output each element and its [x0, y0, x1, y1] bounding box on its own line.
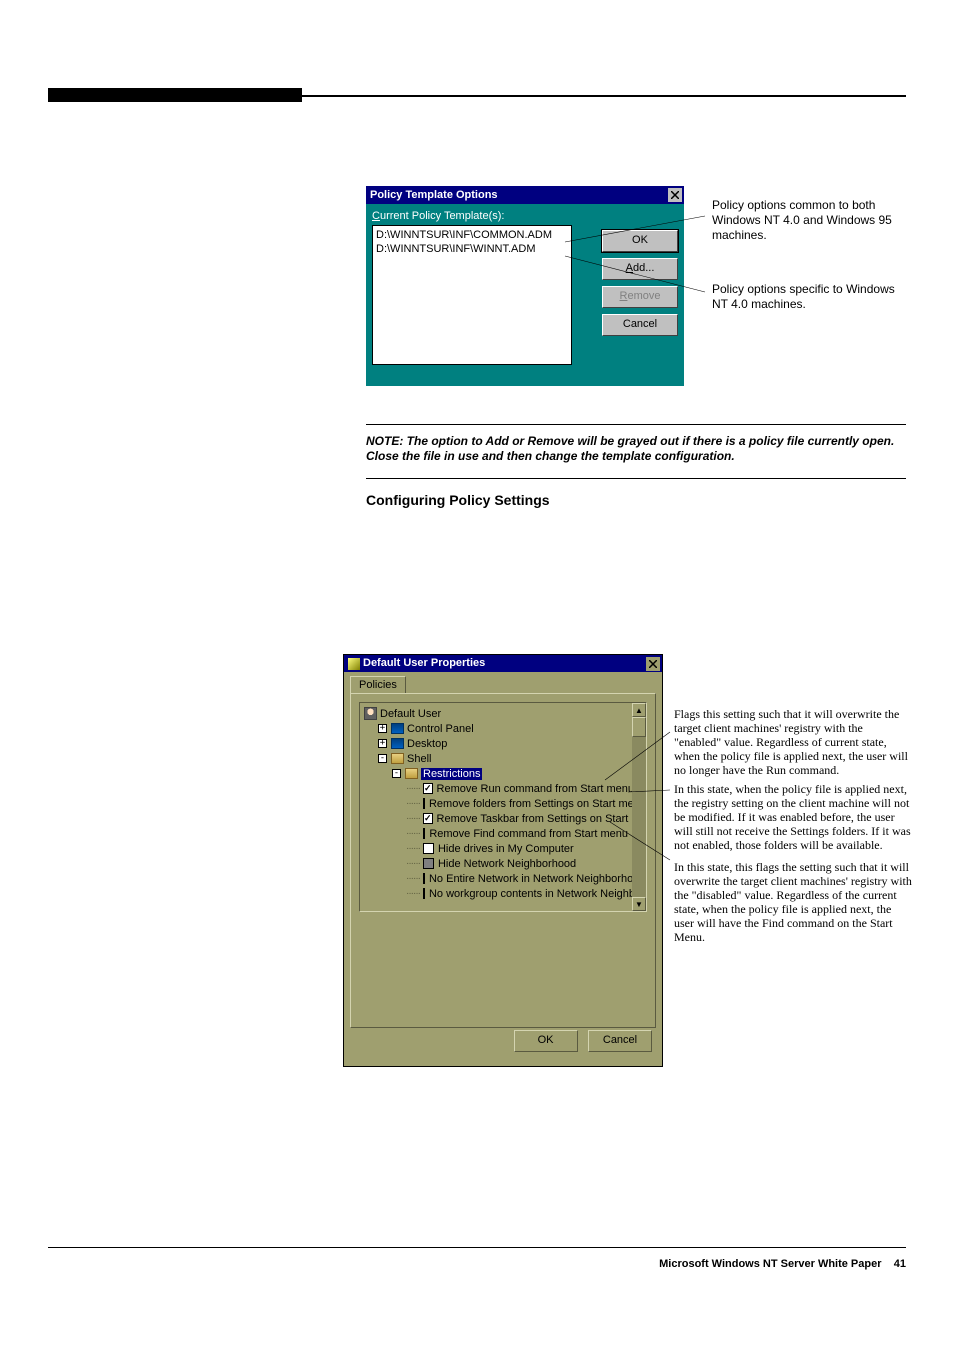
tree-item-remove-find[interactable]: ······Remove Find command from Start men…: [364, 826, 628, 841]
tree-item-no-workgroup[interactable]: ······No workgroup contents in Network N…: [364, 886, 628, 901]
callout-d1-b: Policy options specific to Windows NT 4.…: [712, 282, 908, 312]
default-user-properties-dialog: Default User Properties Policies Default…: [343, 654, 663, 1067]
tree-item-remove-run[interactable]: ······✓Remove Run command from Start men…: [364, 781, 628, 796]
checkbox-gray-icon[interactable]: [423, 888, 425, 899]
tree-item-hide-drives[interactable]: ······Hide drives in My Computer: [364, 841, 628, 856]
checkbox-unchecked-icon[interactable]: [423, 843, 434, 854]
tree-node-restrictions[interactable]: -Restrictions: [364, 766, 628, 781]
user-icon: [364, 707, 377, 720]
add-button[interactable]: Add...: [602, 258, 678, 280]
page-footer: Microsoft Windows NT Server White Paper …: [659, 1258, 906, 1270]
expand-icon[interactable]: +: [378, 739, 387, 748]
user-properties-icon: [348, 658, 360, 670]
book-open-icon: [391, 753, 404, 764]
remove-button: Remove: [602, 286, 678, 308]
list-item[interactable]: D:\WINNTSUR\INF\WINNT.ADM: [376, 242, 568, 256]
checkbox-gray-icon[interactable]: [423, 798, 425, 809]
tab-panel: Default User +Control Panel +Desktop -Sh…: [350, 693, 656, 1028]
callout-d2-b: In this state, when the policy file is a…: [674, 782, 912, 852]
dialog2-title-wrap: Default User Properties: [348, 657, 485, 669]
scroll-up-icon[interactable]: ▲: [632, 703, 646, 717]
tree-item-remove-folders[interactable]: ······Remove folders from Settings on St…: [364, 796, 628, 811]
cancel-button[interactable]: Cancel: [588, 1030, 652, 1052]
header-rule: [48, 95, 906, 97]
tree-root[interactable]: Default User: [364, 706, 628, 721]
book-open-icon: [405, 768, 418, 779]
policy-tree[interactable]: Default User +Control Panel +Desktop -Sh…: [359, 702, 647, 912]
tab-policies[interactable]: Policies: [350, 676, 406, 694]
dialog1-title-text: Policy Template Options: [370, 189, 498, 201]
ok-button[interactable]: OK: [602, 230, 678, 252]
checkbox-gray-icon[interactable]: [423, 858, 434, 869]
book-closed-icon: [391, 723, 404, 734]
collapse-icon[interactable]: -: [378, 754, 387, 763]
footer-rule: [48, 1247, 906, 1248]
tree-item-no-entire-network[interactable]: ······No Entire Network in Network Neigh…: [364, 871, 628, 886]
dialog2-title-text: Default User Properties: [363, 657, 485, 669]
separator-rule-1: [366, 424, 906, 425]
list-item[interactable]: D:\WINNTSUR\INF\COMMON.ADM: [376, 228, 568, 242]
scroll-down-icon[interactable]: ▼: [632, 897, 646, 911]
policy-template-options-dialog: Policy Template Options Current Policy T…: [366, 186, 684, 386]
tree-node-desktop[interactable]: +Desktop: [364, 736, 628, 751]
checkbox-gray-icon[interactable]: [423, 873, 425, 884]
callout-d1-a: Policy options common to both Windows NT…: [712, 198, 908, 243]
note-text: NOTE: The option to Add or Remove will b…: [366, 434, 906, 464]
close-icon[interactable]: [668, 188, 682, 202]
callout-d2-c: In this state, this flags the setting su…: [674, 860, 912, 944]
separator-rule-2: [366, 478, 906, 479]
checkbox-checked-icon[interactable]: ✓: [423, 783, 433, 794]
tree-item-hide-nn[interactable]: ······Hide Network Neighborhood: [364, 856, 628, 871]
book-closed-icon: [391, 738, 404, 749]
checkbox-checked-icon[interactable]: ✓: [423, 813, 433, 824]
scrollbar[interactable]: ▲ ▼: [632, 703, 646, 911]
template-listbox[interactable]: D:\WINNTSUR\INF\COMMON.ADM D:\WINNTSUR\I…: [372, 225, 572, 365]
scroll-thumb[interactable]: [632, 717, 646, 737]
ok-button[interactable]: OK: [514, 1030, 578, 1052]
close-icon[interactable]: [646, 657, 660, 671]
dialog2-titlebar[interactable]: Default User Properties: [344, 655, 662, 672]
tree-item-remove-taskbar[interactable]: ······✓Remove Taskbar from Settings on S…: [364, 811, 628, 826]
dialog1-titlebar[interactable]: Policy Template Options: [366, 186, 684, 204]
expand-icon[interactable]: +: [378, 724, 387, 733]
current-policy-templates-label: Current Policy Template(s):: [372, 210, 678, 222]
tree-node-shell[interactable]: -Shell: [364, 751, 628, 766]
tree-node-control-panel[interactable]: +Control Panel: [364, 721, 628, 736]
callout-d2-a: Flags this setting such that it will ove…: [674, 707, 912, 777]
cancel-button[interactable]: Cancel: [602, 314, 678, 336]
checkbox-unchecked-icon[interactable]: [423, 828, 425, 839]
section-heading: Configuring Policy Settings: [366, 492, 550, 508]
collapse-icon[interactable]: -: [392, 769, 401, 778]
